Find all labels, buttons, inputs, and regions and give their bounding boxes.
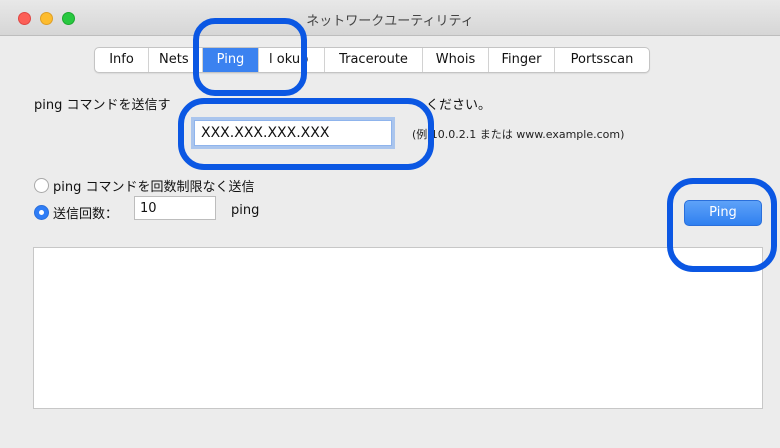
radio-count[interactable] [34,205,49,220]
instruction-occluded-area [205,90,437,110]
tab-portscan[interactable]: Portsscan [555,48,649,72]
tab-traceroute[interactable]: Traceroute [325,48,423,72]
address-input[interactable] [194,120,392,146]
address-example-hint: (例 10.0.2.1 または www.example.com) [412,128,625,141]
network-utility-window: ネットワークユーティリティ Info Nets t Ping l okup Tr… [0,0,780,448]
ping-count-input[interactable] [134,196,216,220]
tab-info[interactable]: Info [95,48,149,72]
ping-count-unit: ping [231,203,260,218]
ping-button[interactable]: Ping [684,200,762,226]
ping-output-area[interactable] [33,247,763,409]
radio-count-label: 送信回数： [53,207,119,222]
tab-whois[interactable]: Whois [423,48,489,72]
radio-unlimited-option[interactable]: ping コマンドを回数制限なく送信 [34,176,255,195]
window-title: ネットワークユーティリティ [306,14,474,29]
tab-netstat[interactable]: Nets t [149,48,203,72]
radio-unlimited[interactable] [34,178,49,193]
tab-lookup[interactable]: l okup [259,48,325,72]
title-bar: ネットワークユーティリティ [0,0,780,36]
tab-bar: Info Nets t Ping l okup Traceroute Whois… [94,47,650,73]
ping-instruction-tail: ください。 [426,98,492,113]
tab-ping[interactable]: Ping [203,48,259,72]
radio-count-option[interactable]: 送信回数： [34,203,118,222]
radio-unlimited-label: ping コマンドを回数制限なく送信 [53,180,255,195]
tab-finger[interactable]: Finger [489,48,555,72]
